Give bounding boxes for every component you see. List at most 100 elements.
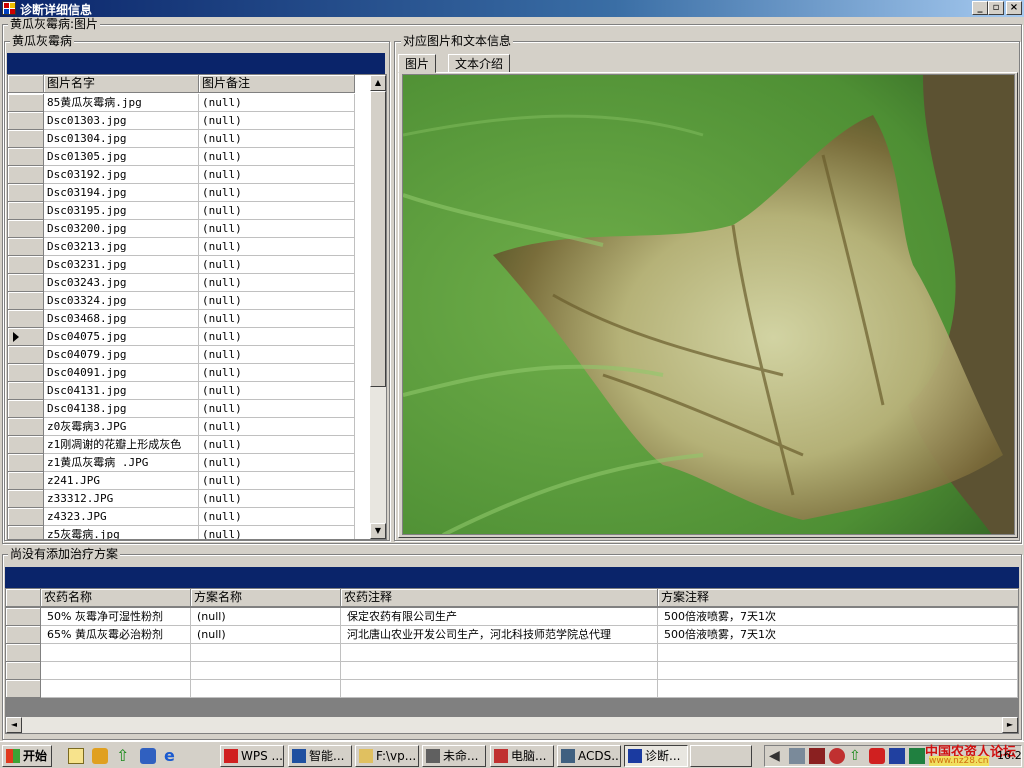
image-name-cell[interactable]: z0灰霉病3.JPG: [44, 418, 199, 436]
image-name-cell[interactable]: z4323.JPG: [44, 508, 199, 526]
image-name-cell[interactable]: 85黄瓜灰霉病.jpg: [44, 94, 199, 112]
pesticide-note-cell[interactable]: [341, 680, 658, 698]
current-row-indicator-icon[interactable]: [8, 328, 44, 346]
image-note-cell[interactable]: (null): [199, 472, 355, 490]
table-row[interactable]: Dsc03192.jpg (null): [8, 166, 355, 184]
row-selector[interactable]: [8, 400, 44, 418]
row-selector[interactable]: [8, 220, 44, 238]
image-note-cell[interactable]: (null): [199, 166, 355, 184]
image-note-cell[interactable]: (null): [199, 202, 355, 220]
table-row[interactable]: Dsc04131.jpg (null): [8, 382, 355, 400]
image-name-cell[interactable]: Dsc03243.jpg: [44, 274, 199, 292]
table-row[interactable]: Dsc04091.jpg (null): [8, 364, 355, 382]
ime-icon[interactable]: [909, 748, 925, 764]
restore-button[interactable]: ▫: [988, 1, 1004, 15]
image-name-cell[interactable]: z241.JPG: [44, 472, 199, 490]
row-selector[interactable]: [6, 644, 41, 662]
image-list-grid[interactable]: 图片名字 图片备注 85黄瓜灰霉病.jpg (null) Dsc01303.jpg(…: [7, 74, 387, 540]
row-selector[interactable]: [8, 454, 44, 472]
taskbar-button-smart[interactable]: 智能...: [288, 745, 352, 767]
pesticide-note-cell[interactable]: [341, 662, 658, 680]
image-list-scrollbar[interactable]: ▲ ▼: [370, 75, 386, 539]
pesticide-cell[interactable]: [41, 662, 191, 680]
image-note-cell[interactable]: (null): [199, 130, 355, 148]
table-row[interactable]: Dsc03243.jpg (null): [8, 274, 355, 292]
table-row[interactable]: Dsc01304.jpg (null): [8, 130, 355, 148]
image-note-cell[interactable]: (null): [199, 436, 355, 454]
close-button[interactable]: ×: [1006, 1, 1022, 15]
image-note-cell[interactable]: (null): [199, 382, 355, 400]
taskbar-button-untitled[interactable]: 未命...: [422, 745, 486, 767]
pesticide-cell[interactable]: [41, 644, 191, 662]
column-header-plan-note[interactable]: 方案注释: [658, 589, 1018, 607]
column-header-pesticide[interactable]: 农药名称: [41, 589, 191, 607]
image-note-cell[interactable]: (null): [199, 274, 355, 292]
image-name-cell[interactable]: Dsc03231.jpg: [44, 256, 199, 274]
row-selector[interactable]: [8, 256, 44, 274]
column-header-plan[interactable]: 方案名称: [191, 589, 341, 607]
security-icon[interactable]: [140, 748, 156, 764]
image-note-cell[interactable]: (null): [199, 310, 355, 328]
row-selector[interactable]: [6, 680, 41, 698]
column-header-image-name[interactable]: 图片名字: [44, 75, 199, 93]
ie-browser-icon[interactable]: e: [164, 748, 180, 764]
scroll-down-arrow-icon[interactable]: ▼: [370, 523, 386, 539]
table-row[interactable]: 85黄瓜灰霉病.jpg (null): [8, 94, 355, 112]
taskbar-button-diagnosis[interactable]: 诊断...: [624, 745, 688, 767]
table-row[interactable]: z4323.JPG (null): [8, 508, 355, 526]
scroll-left-arrow-icon[interactable]: ◄: [6, 717, 22, 733]
row-selector[interactable]: [8, 238, 44, 256]
image-note-cell[interactable]: (null): [199, 94, 355, 112]
image-name-cell[interactable]: z5灰霉病.jpg: [44, 526, 199, 539]
plan-cell[interactable]: [191, 662, 341, 680]
app-tray-icon[interactable]: [809, 748, 825, 764]
row-selector[interactable]: [8, 130, 44, 148]
pesticide-cell[interactable]: 50% 灰霉净可湿性粉剂: [41, 608, 191, 626]
minimize-button[interactable]: _: [972, 1, 988, 15]
row-selector[interactable]: [6, 662, 41, 680]
image-name-cell[interactable]: z33312.JPG: [44, 490, 199, 508]
row-selector[interactable]: [8, 508, 44, 526]
row-selector[interactable]: [8, 418, 44, 436]
table-row[interactable]: Dsc01303.jpg (null): [8, 112, 355, 130]
shield-icon[interactable]: [92, 748, 108, 764]
table-row[interactable]: [6, 680, 1018, 698]
scroll-right-arrow-icon[interactable]: ►: [1002, 717, 1018, 733]
antivirus-icon[interactable]: [829, 748, 845, 764]
tab-text-intro[interactable]: 文本介绍: [448, 54, 511, 73]
plan-note-cell[interactable]: [658, 644, 1018, 662]
taskbar-button-file-explorer[interactable]: F:\vp...: [355, 745, 419, 767]
table-row[interactable]: [6, 662, 1018, 680]
column-header-pesticide-note[interactable]: 农药注释: [341, 589, 658, 607]
plan-cell[interactable]: [191, 680, 341, 698]
image-name-cell[interactable]: z1黄瓜灰霉病 .JPG: [44, 454, 199, 472]
volume-icon[interactable]: ◀: [769, 748, 785, 764]
image-note-cell[interactable]: (null): [199, 454, 355, 472]
row-selector[interactable]: [8, 166, 44, 184]
image-note-cell[interactable]: (null): [199, 184, 355, 202]
image-note-cell[interactable]: (null): [199, 292, 355, 310]
table-row[interactable]: z241.JPG (null): [8, 472, 355, 490]
table-row[interactable]: Dsc03200.jpg (null): [8, 220, 355, 238]
row-selector[interactable]: [6, 608, 41, 626]
image-note-cell[interactable]: (null): [199, 148, 355, 166]
row-selector[interactable]: [8, 436, 44, 454]
image-name-cell[interactable]: Dsc03200.jpg: [44, 220, 199, 238]
table-row[interactable]: Dsc03194.jpg (null): [8, 184, 355, 202]
table-row[interactable]: 50% 灰霉净可湿性粉剂 (null) 保定农药有限公司生产 500倍液喷雾，7天1次: [6, 608, 1018, 626]
column-header-image-note[interactable]: 图片备注: [199, 75, 355, 93]
image-note-cell[interactable]: (null): [199, 346, 355, 364]
image-note-cell[interactable]: (null): [199, 220, 355, 238]
row-selector[interactable]: [8, 472, 44, 490]
row-selector[interactable]: [8, 292, 44, 310]
plan-cell[interactable]: [191, 644, 341, 662]
taskbar-button-computer[interactable]: 电脑...: [490, 745, 554, 767]
row-selector[interactable]: [8, 112, 44, 130]
table-row[interactable]: z0灰霉病3.JPG (null): [8, 418, 355, 436]
row-selector[interactable]: [6, 626, 41, 644]
image-note-cell[interactable]: (null): [199, 238, 355, 256]
taskbar-button-acdsee[interactable]: ACDS...: [557, 745, 621, 767]
table-row[interactable]: Dsc04138.jpg (null): [8, 400, 355, 418]
image-name-cell[interactable]: z1刚凋谢的花瓣上形成灰色: [44, 436, 199, 454]
image-note-cell[interactable]: (null): [199, 508, 355, 526]
